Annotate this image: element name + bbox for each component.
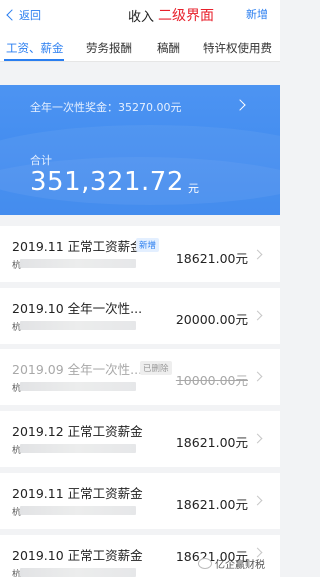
record-amount: 18621.00元: [175, 435, 248, 450]
chevron-right-icon: [252, 495, 263, 506]
record-company: 杭: [12, 258, 136, 271]
company-redacted: [20, 321, 136, 330]
record-amount: 20000.00元: [175, 312, 248, 327]
company-redacted: [20, 382, 136, 391]
record-title: 2019.12 正常工资薪金: [12, 424, 143, 439]
watermark-text: 亿企赢财税: [215, 560, 265, 571]
record-company: 杭: [12, 567, 136, 577]
back-button[interactable]: 返回: [6, 7, 41, 23]
page-title: 收入: [128, 10, 155, 25]
chevron-right-icon: [252, 371, 263, 382]
income-record[interactable]: 2019.10 全年一次性... 杭 20000.00元: [0, 288, 280, 344]
active-tab-indicator: [4, 59, 64, 61]
chevron-left-icon: [6, 9, 18, 21]
record-amount: 18621.00元: [175, 251, 248, 266]
navbar: 返回 收入 二级界面 新增: [0, 0, 280, 32]
chevron-right-icon: [252, 249, 263, 260]
record-company: 杭: [12, 443, 136, 456]
record-title: 2019.11 正常工资薪金: [12, 239, 143, 254]
watermark: 亿企赢财税: [198, 556, 265, 571]
company-redacted: [20, 444, 136, 453]
record-title: 2019.10 全年一次性...: [12, 301, 143, 316]
company-redacted: [20, 506, 136, 515]
total-value: 351,321.72: [30, 167, 184, 197]
tab-labor-remuneration[interactable]: 劳务报酬: [86, 40, 132, 56]
record-company: 杭: [12, 381, 136, 394]
income-record-deleted[interactable]: 2019.09 全年一次性... 已删除 杭 10000.00元: [0, 349, 280, 405]
annotation-label: 二级界面: [158, 8, 214, 24]
record-company: 杭: [12, 320, 136, 333]
record-title: 2019.09 全年一次性...: [12, 362, 143, 377]
back-label: 返回: [19, 9, 41, 22]
record-amount: 18621.00元: [175, 497, 248, 512]
new-badge: 新增: [136, 238, 160, 252]
company-redacted: [20, 259, 136, 268]
tab-author-remuneration[interactable]: 稿酬: [157, 40, 180, 56]
tab-royalties[interactable]: 特许权使用费: [203, 40, 272, 56]
wechat-icon: [198, 558, 212, 569]
record-title: 2019.11 正常工资薪金: [12, 486, 143, 501]
total-label: 合计: [30, 154, 52, 167]
record-company: 杭: [12, 505, 136, 518]
company-redacted: [20, 568, 136, 577]
deleted-badge: 已删除: [140, 361, 172, 375]
annual-bonus-link[interactable]: 全年一次性奖金：35270.00元: [30, 99, 182, 115]
chevron-right-icon: [252, 433, 263, 444]
chevron-right-icon: [252, 310, 263, 321]
record-title: 2019.10 正常工资薪金: [12, 548, 143, 563]
record-amount: 10000.00元: [175, 373, 248, 388]
income-record[interactable]: 2019.11 正常工资薪金 杭 18621.00元: [0, 473, 280, 529]
tab-salary[interactable]: 工资、薪金: [6, 40, 64, 56]
tab-bar: 工资、薪金 劳务报酬 稿酬 特许权使用费: [0, 32, 280, 62]
total-unit: 元: [188, 182, 199, 195]
income-record[interactable]: 2019.11 正常工资薪金 新增 杭 18621.00元: [0, 226, 280, 282]
income-record[interactable]: 2019.12 正常工资薪金 杭 18621.00元: [0, 411, 280, 467]
add-button[interactable]: 新增: [246, 6, 268, 22]
